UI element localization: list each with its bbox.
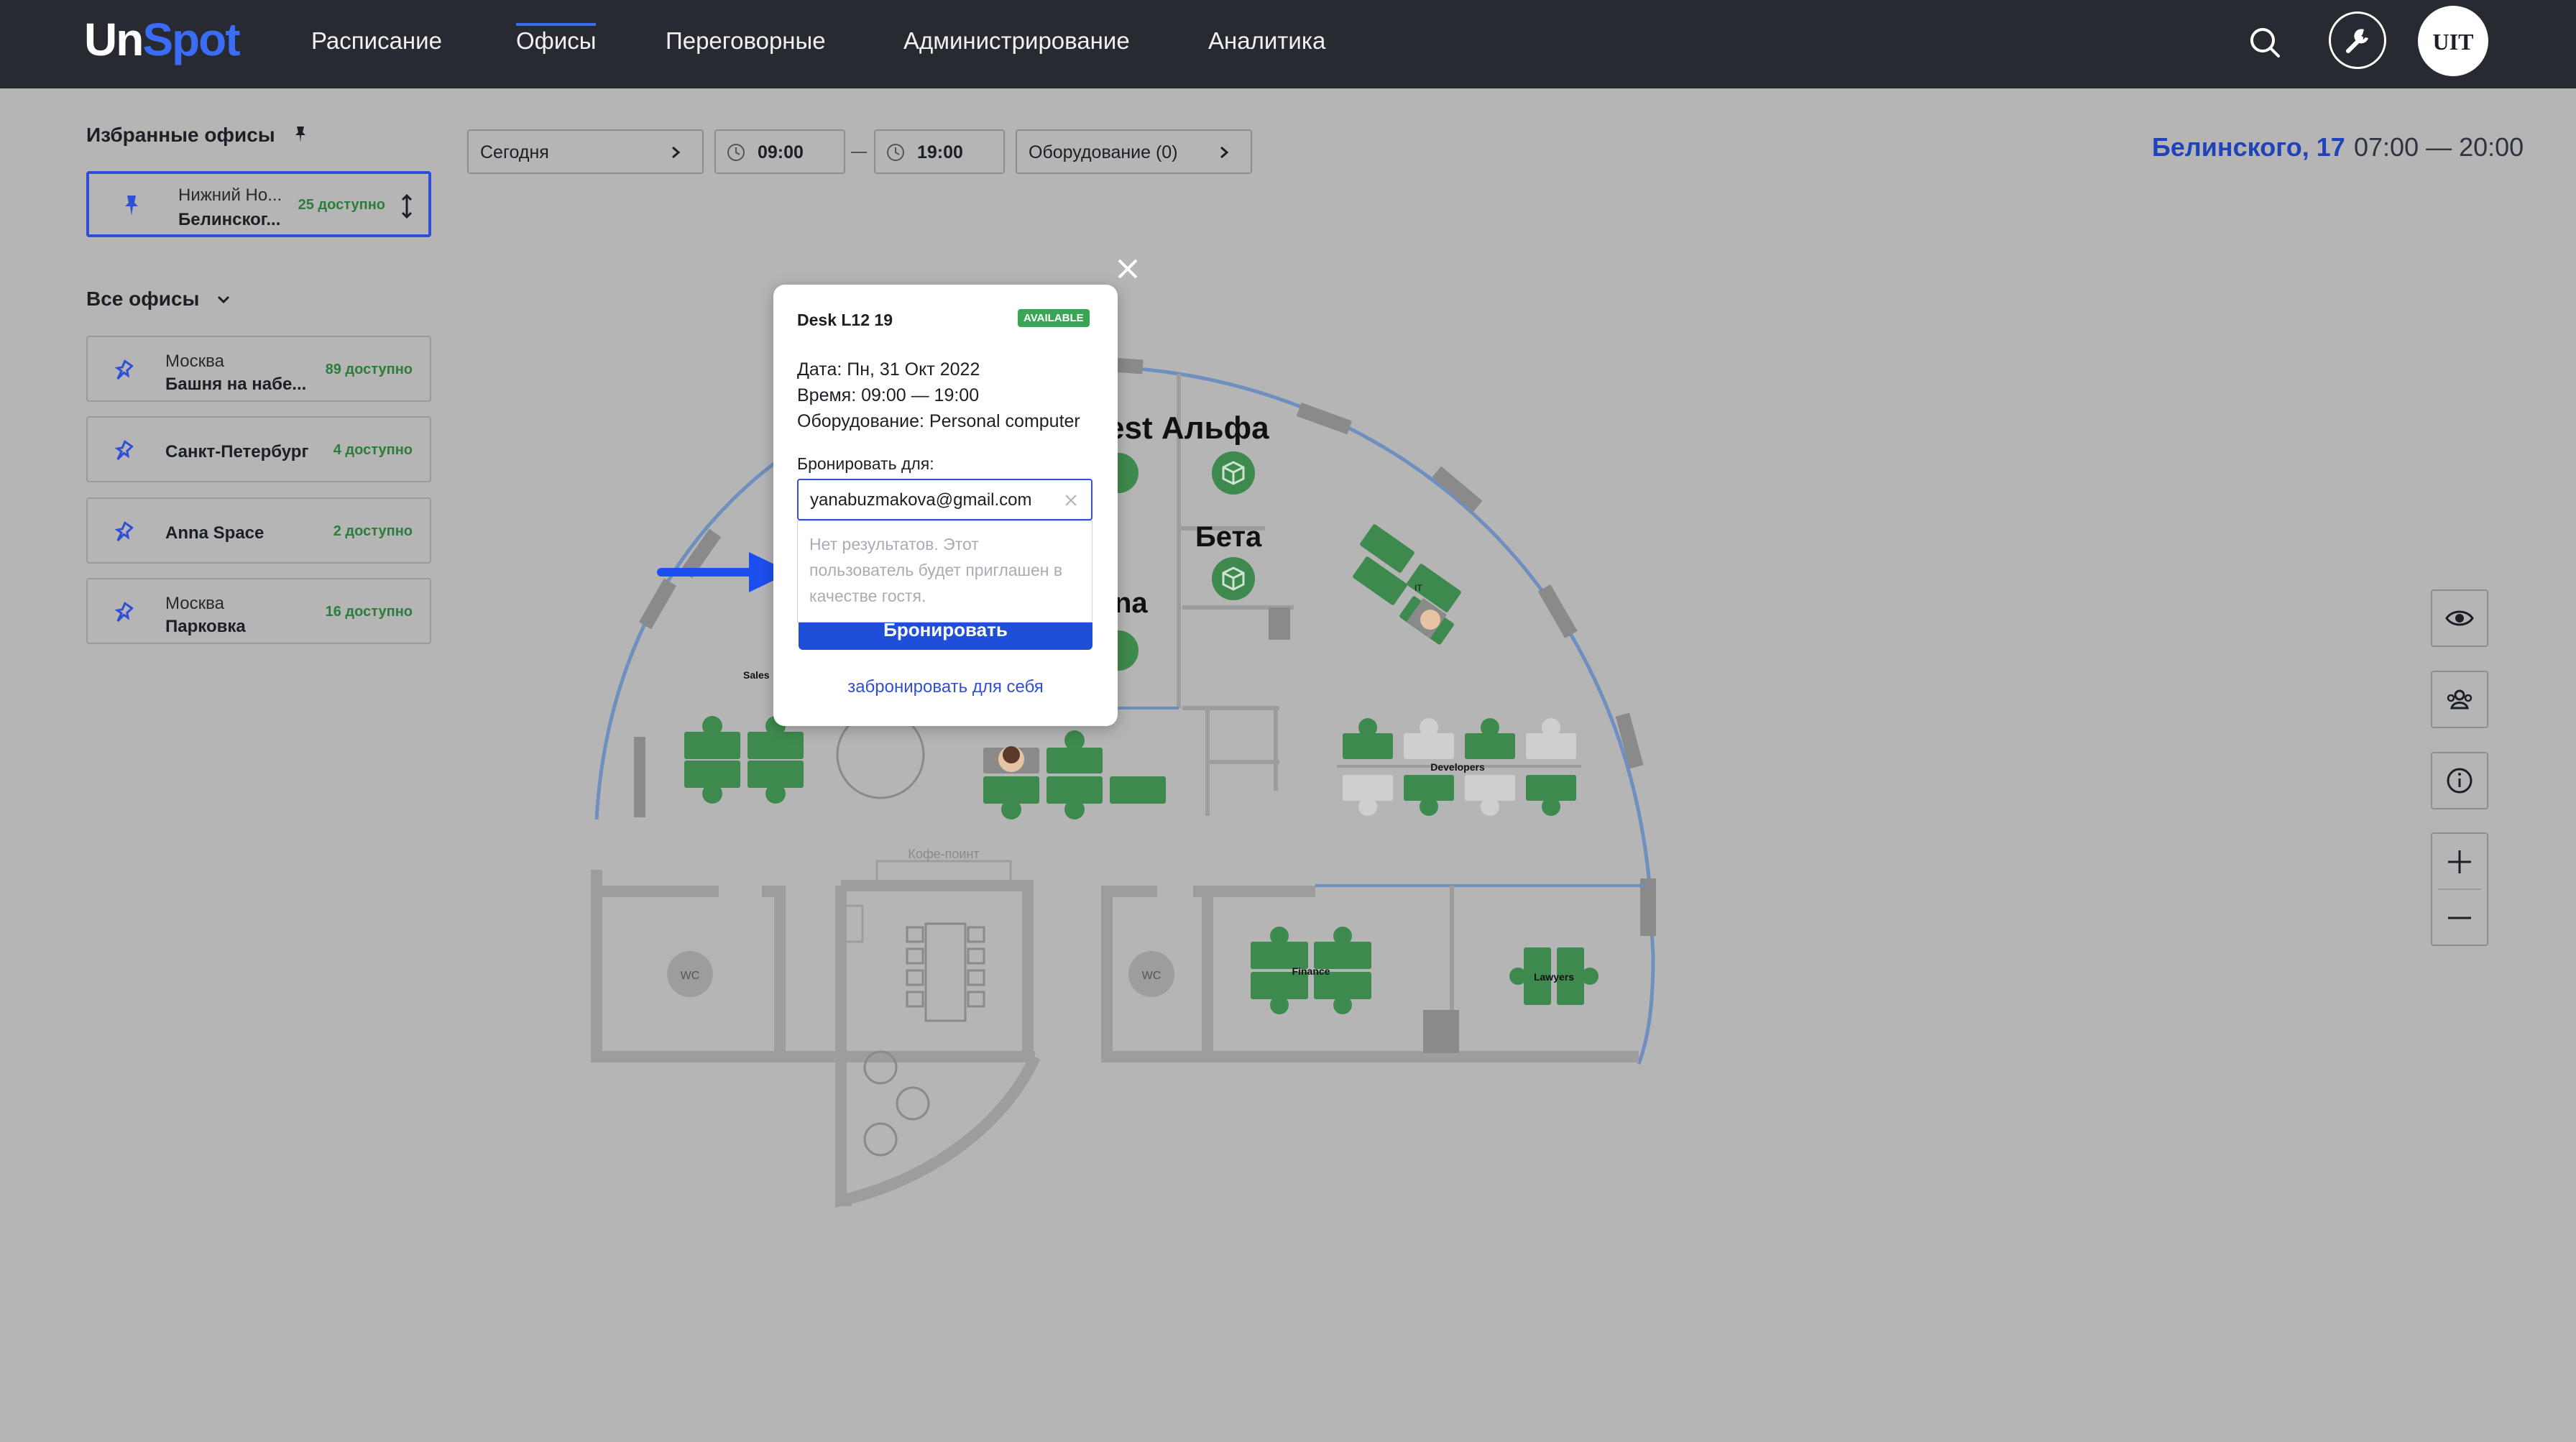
book-button[interactable]: Бронировать <box>799 623 1092 650</box>
nav-administration[interactable]: Администрирование <box>903 27 1130 55</box>
info-icon <box>2447 768 2472 794</box>
zone-label-sales: Sales <box>743 669 770 681</box>
desk-group-it[interactable] <box>1352 523 1462 646</box>
equipment-value: Оборудование (0) <box>1029 142 1178 162</box>
office-availability: 25 доступно <box>298 197 385 213</box>
date-value: Сегодня <box>480 142 549 162</box>
meeting-room-icon[interactable] <box>1212 451 1255 495</box>
pin-outline-icon[interactable] <box>112 439 134 462</box>
pin-outline-icon[interactable] <box>112 601 134 624</box>
book-for-value: yanabuzmakova@gmail.com <box>810 490 1032 510</box>
wc-label: WC <box>1142 970 1162 982</box>
office-hours: 07:00 — 20:00 <box>2354 132 2524 162</box>
users-icon <box>2447 689 2472 709</box>
chevron-right-icon <box>1220 146 1229 159</box>
top-navigation-bar: UnSpot Расписание Офисы Переговорные Адм… <box>0 0 2576 88</box>
zoom-control <box>2431 832 2488 946</box>
zone-label-lawyers: Lawyers <box>1534 971 1574 983</box>
close-icon[interactable] <box>1112 253 1144 285</box>
office-availability: 4 доступно <box>333 442 413 458</box>
time-from-value: 09:00 <box>758 142 804 162</box>
room-label-third[interactable]: na <box>1114 587 1148 619</box>
office-city: Нижний Но... <box>178 185 282 205</box>
favorites-title: Избранные офисы <box>86 124 275 146</box>
office-name: Башня на набе... <box>165 375 307 394</box>
nav-meeting-rooms[interactable]: Переговорные <box>666 27 826 55</box>
colleagues-button[interactable] <box>2431 671 2488 728</box>
room-label-beta[interactable]: Бета <box>1195 521 1262 553</box>
time-range-dash <box>851 152 867 153</box>
office-card[interactable]: Anna Space 2 доступно <box>86 497 431 564</box>
clock-icon <box>887 144 904 161</box>
pin-icon[interactable] <box>121 194 142 217</box>
pin-outline-icon[interactable] <box>112 359 134 382</box>
pin-outline-icon[interactable] <box>112 520 134 543</box>
search-icon[interactable] <box>2244 22 2287 65</box>
desk-booking-popup: Desk L12 19 AVAILABLE Дата: Пн, 31 Окт 2… <box>773 285 1118 726</box>
user-initials: UIT <box>2432 29 2474 55</box>
meeting-room-icon[interactable] <box>1212 557 1255 600</box>
office-name: Anna Space <box>165 523 264 543</box>
zoom-in-button[interactable] <box>2432 834 2487 889</box>
booking-date: Дата: Пн, 31 Окт 2022 <box>797 359 980 380</box>
clock-icon <box>727 144 745 161</box>
book-for-self-link[interactable]: забронировать для себя <box>773 677 1118 697</box>
office-name: Парковка <box>165 617 246 636</box>
chevron-right-icon <box>672 146 681 159</box>
status-badge: AVAILABLE <box>1018 309 1090 327</box>
office-availability: 2 доступно <box>333 523 413 539</box>
pin-icon[interactable] <box>290 124 310 144</box>
time-from-field[interactable]: 09:00 <box>714 129 845 174</box>
unspot-logo[interactable]: UnSpot <box>84 13 241 66</box>
equipment-selector[interactable]: Оборудование (0) <box>1016 129 1252 174</box>
office-card[interactable]: Москва Башня на набе... 89 доступно <box>86 336 431 402</box>
user-avatar-icon[interactable] <box>1420 610 1440 630</box>
office-card[interactable]: Санкт-Петербург 4 доступно <box>86 416 431 482</box>
chevron-down-icon[interactable] <box>214 290 233 309</box>
office-address: Белинского, 17 <box>2152 132 2345 162</box>
zone-label-it: IT <box>1414 583 1422 593</box>
user-avatar[interactable]: UIT <box>2418 6 2488 76</box>
office-availability: 89 доступно <box>325 362 413 377</box>
wrench-icon[interactable] <box>2329 12 2386 69</box>
favorite-office-card[interactable]: Нижний Но... Белинског... 25 доступно <box>86 171 431 237</box>
office-name: Белинског... <box>178 210 281 229</box>
office-card[interactable]: Москва Парковка 16 доступно <box>86 578 431 644</box>
room-label-alpha[interactable]: est Альфа <box>1107 410 1269 446</box>
office-availability: 16 доступно <box>325 604 413 620</box>
desk-title: Desk L12 19 <box>797 311 893 329</box>
office-city: Москва <box>165 594 224 613</box>
zone-label-finance: Finance <box>1292 965 1330 977</box>
time-to-value: 19:00 <box>917 142 963 162</box>
eye-icon <box>2445 610 2474 626</box>
zoom-out-button[interactable] <box>2432 889 2487 945</box>
office-name: Санкт-Петербург <box>165 442 309 461</box>
info-button[interactable] <box>2431 752 2488 809</box>
book-for-input[interactable]: yanabuzmakova@gmail.com <box>797 479 1092 520</box>
desk-group-sales[interactable] <box>684 716 804 804</box>
no-results-dropdown: Нет результатов. Этот пользователь будет… <box>797 520 1092 623</box>
time-to-field[interactable]: 19:00 <box>874 129 1005 174</box>
arrow-right-icon <box>657 552 791 592</box>
nav-schedule[interactable]: Расписание <box>311 27 442 55</box>
reorder-icon[interactable] <box>400 194 414 219</box>
desk-group-center[interactable] <box>983 730 1166 819</box>
zone-label-developers: Developers <box>1430 761 1485 773</box>
booking-time: Время: 09:00 — 19:00 <box>797 385 980 405</box>
office-city: Москва <box>165 352 224 371</box>
coffee-point-label: Кофе-поинт <box>908 847 979 861</box>
clear-icon[interactable] <box>1062 492 1080 509</box>
booking-equipment: Оборудование: Personal computer <box>797 411 1080 431</box>
visibility-button[interactable] <box>2431 589 2488 647</box>
book-for-label: Бронировать для: <box>797 454 934 473</box>
wc-label: WC <box>681 970 700 982</box>
nav-analytics[interactable]: Аналитика <box>1208 27 1325 55</box>
date-selector[interactable]: Сегодня <box>467 129 704 174</box>
all-offices-title[interactable]: Все офисы <box>86 288 199 311</box>
nav-offices[interactable]: Офисы <box>516 23 597 55</box>
